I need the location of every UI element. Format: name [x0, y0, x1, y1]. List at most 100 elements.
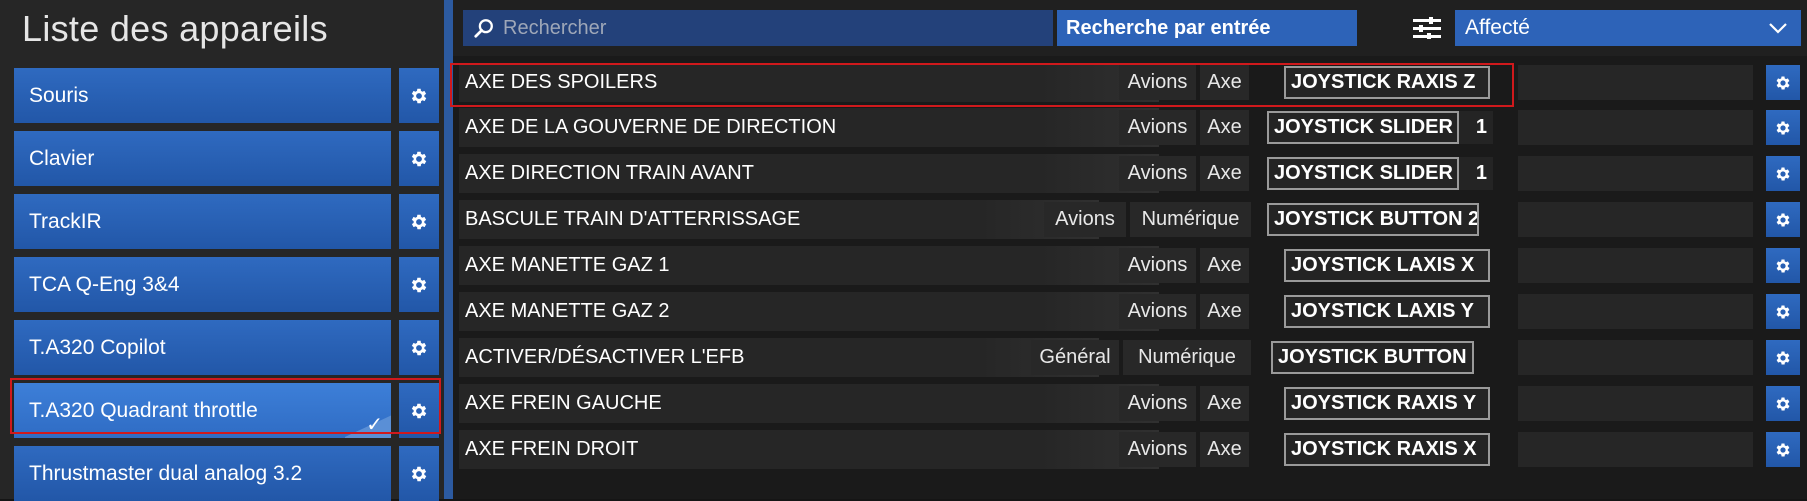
gear-icon[interactable]: [1766, 432, 1800, 467]
gear-icon[interactable]: [399, 320, 439, 375]
gear-icon[interactable]: [399, 257, 439, 312]
gear-icon[interactable]: [1766, 340, 1800, 375]
chevron-down-icon: [1767, 17, 1789, 45]
binding-input[interactable]: JOYSTICK LAXIS Y: [1284, 295, 1490, 328]
binding-row[interactable]: BASCULE TRAIN D'ATTERRISSAGE Avions Numé…: [459, 200, 1807, 239]
device-row: Clavier: [14, 131, 442, 186]
binding-name: BASCULE TRAIN D'ATTERRISSAGE: [459, 200, 1039, 239]
gear-icon[interactable]: [1766, 65, 1800, 100]
binding-name: AXE DES SPOILERS: [459, 63, 1039, 102]
device-button-dual-analog[interactable]: Thrustmaster dual analog 3.2: [14, 446, 391, 501]
gear-icon[interactable]: [1766, 156, 1800, 191]
binding-name: ACTIVER/DÉSACTIVER L'EFB: [459, 338, 1039, 377]
gear-icon[interactable]: [1766, 202, 1800, 237]
secondary-input-slot[interactable]: [1518, 294, 1753, 329]
device-row: TCA Q-Eng 3&4: [14, 257, 442, 312]
binding-category: Avions: [1119, 386, 1196, 421]
binding-type: Axe: [1200, 110, 1249, 145]
search-icon: [473, 17, 495, 39]
gear-icon[interactable]: [399, 68, 439, 123]
device-label: Clavier: [29, 146, 95, 170]
binding-row[interactable]: AXE FREIN GAUCHE Avions Axe JOYSTICK RAX…: [459, 384, 1807, 423]
bindings-panel: Recherche par entrée Affecté AXE DES SPO…: [453, 0, 1807, 499]
device-button-trackir[interactable]: TrackIR: [14, 194, 391, 249]
gear-icon[interactable]: [1766, 386, 1800, 421]
binding-input[interactable]: JOYSTICK LAXIS X: [1284, 249, 1490, 282]
selected-corner: ✓: [345, 414, 391, 438]
device-row: T.A320 Copilot: [14, 320, 442, 375]
checkmark-icon: ✓: [366, 414, 383, 436]
binding-row[interactable]: AXE MANETTE GAZ 2 Avions Axe JOYSTICK LA…: [459, 292, 1807, 331]
binding-input[interactable]: JOYSTICK RAXIS X: [1284, 433, 1490, 466]
binding-input[interactable]: JOYSTICK RAXIS Z: [1284, 66, 1490, 99]
binding-type: Numérique: [1130, 202, 1251, 237]
binding-input[interactable]: JOYSTICK RAXIS Y: [1284, 387, 1490, 420]
device-label: TCA Q-Eng 3&4: [29, 272, 180, 296]
device-button-souris[interactable]: Souris: [14, 68, 391, 123]
gear-icon[interactable]: [399, 131, 439, 186]
binding-row[interactable]: ACTIVER/DÉSACTIVER L'EFB Général Numériq…: [459, 338, 1807, 377]
binding-name: AXE MANETTE GAZ 2: [459, 292, 1039, 331]
search-mode-button[interactable]: Recherche par entrée: [1057, 10, 1357, 46]
filter-dropdown-value: Affecté: [1465, 16, 1530, 39]
binding-input-suffix: 1: [1459, 111, 1493, 144]
binding-category: Avions: [1119, 248, 1196, 283]
device-row: Thrustmaster dual analog 3.2: [14, 446, 442, 501]
gear-icon[interactable]: [399, 383, 439, 438]
binding-row[interactable]: AXE DIRECTION TRAIN AVANT Avions Axe JOY…: [459, 154, 1807, 193]
filter-sliders-icon[interactable]: [1413, 17, 1441, 44]
gear-icon[interactable]: [1766, 294, 1800, 329]
secondary-input-slot[interactable]: [1518, 156, 1753, 191]
binding-category: Avions: [1119, 156, 1196, 191]
gear-icon[interactable]: [399, 194, 439, 249]
device-row: TrackIR: [14, 194, 442, 249]
search-box[interactable]: [463, 10, 1053, 46]
binding-name: AXE FREIN DROIT: [459, 430, 1039, 469]
secondary-input-slot[interactable]: [1518, 386, 1753, 421]
gear-icon[interactable]: [1766, 248, 1800, 283]
binding-type: Axe: [1200, 65, 1249, 100]
binding-name: AXE DIRECTION TRAIN AVANT: [459, 154, 1039, 193]
binding-input[interactable]: JOYSTICK SLIDER: [1267, 111, 1459, 144]
device-button-a320-copilot[interactable]: T.A320 Copilot: [14, 320, 391, 375]
binding-name: AXE DE LA GOUVERNE DE DIRECTION: [459, 108, 1039, 147]
device-list-title: Liste des appareils: [22, 8, 328, 49]
binding-row[interactable]: AXE DE LA GOUVERNE DE DIRECTION Avions A…: [459, 108, 1807, 147]
binding-type: Numérique: [1123, 340, 1251, 375]
binding-name: AXE MANETTE GAZ 1: [459, 246, 1039, 285]
gear-icon[interactable]: [1766, 110, 1800, 145]
device-row: T.A320 Quadrant throttle ✓: [14, 383, 442, 438]
search-input[interactable]: [501, 15, 1025, 41]
gear-icon[interactable]: [399, 446, 439, 501]
binding-row[interactable]: AXE FREIN DROIT Avions Axe JOYSTICK RAXI…: [459, 430, 1807, 469]
binding-input[interactable]: JOYSTICK BUTTON 21: [1267, 203, 1479, 236]
binding-type: Axe: [1200, 294, 1249, 329]
secondary-input-slot[interactable]: [1518, 110, 1753, 145]
device-button-a320-quadrant[interactable]: T.A320 Quadrant throttle ✓: [14, 383, 391, 438]
toolbar: Recherche par entrée Affecté: [453, 0, 1807, 56]
device-row: Souris: [14, 68, 442, 123]
binding-input-suffix: 1: [1459, 157, 1493, 190]
binding-type: Axe: [1200, 248, 1249, 283]
binding-type: Axe: [1200, 432, 1249, 467]
secondary-input-slot[interactable]: [1518, 340, 1753, 375]
binding-row[interactable]: AXE MANETTE GAZ 1 Avions Axe JOYSTICK LA…: [459, 246, 1807, 285]
panel-divider: [444, 0, 453, 499]
binding-input[interactable]: JOYSTICK SLIDER: [1267, 157, 1459, 190]
binding-type: Axe: [1200, 156, 1249, 191]
secondary-input-slot[interactable]: [1518, 432, 1753, 467]
binding-row[interactable]: AXE DES SPOILERS Avions Axe JOYSTICK RAX…: [459, 63, 1807, 102]
secondary-input-slot[interactable]: [1518, 248, 1753, 283]
secondary-input-slot[interactable]: [1518, 202, 1753, 237]
binding-category: Avions: [1119, 110, 1196, 145]
secondary-input-slot[interactable]: [1518, 65, 1753, 100]
filter-dropdown[interactable]: Affecté: [1455, 10, 1801, 46]
binding-input[interactable]: JOYSTICK BUTTON 6: [1271, 341, 1474, 374]
device-button-clavier[interactable]: Clavier: [14, 131, 391, 186]
device-label: T.A320 Copilot: [29, 335, 166, 359]
binding-category: Avions: [1119, 65, 1196, 100]
device-label: Souris: [29, 83, 89, 107]
device-label: Thrustmaster dual analog 3.2: [29, 461, 303, 485]
binding-category: Avions: [1044, 202, 1126, 237]
device-button-tca-q-eng[interactable]: TCA Q-Eng 3&4: [14, 257, 391, 312]
